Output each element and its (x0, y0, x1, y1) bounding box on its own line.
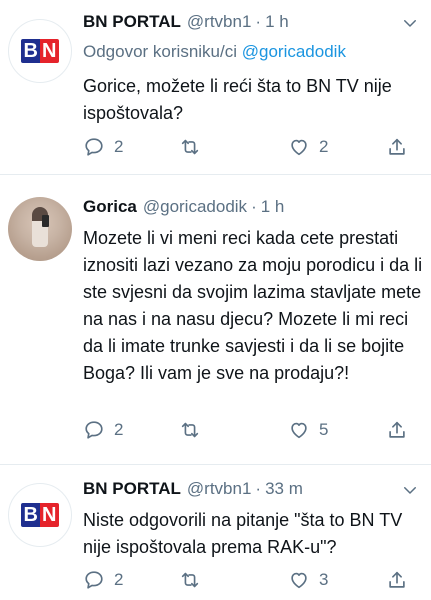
share-button[interactable] (386, 134, 408, 160)
like-button[interactable]: 2 (288, 134, 328, 160)
bn-logo: B N (20, 503, 60, 527)
like-count: 2 (319, 137, 329, 156)
display-name[interactable]: BN PORTAL (83, 12, 181, 32)
tweet-1[interactable]: B N BN PORTAL @rtvbn1 · 1 h Odgovor kori… (0, 0, 431, 170)
reply-count: 2 (114, 420, 124, 439)
share-upload-icon (389, 138, 405, 155)
gorica-avatar[interactable] (8, 197, 72, 261)
like-count: 3 (319, 570, 329, 589)
user-handle[interactable]: @goricadodik (143, 197, 247, 217)
user-handle[interactable]: @rtvbn1 (187, 12, 252, 32)
retweet-button[interactable] (179, 567, 210, 593)
reply-count: 2 (114, 570, 124, 589)
timestamp[interactable]: 1 h (261, 197, 285, 217)
retweet-icon (181, 422, 199, 438)
retweet-icon (181, 139, 199, 155)
separator-dot: · (255, 479, 262, 498)
speech-bubble-icon (85, 571, 103, 589)
separator-dot: · (251, 197, 257, 216)
tweet-text: Mozete li vi meni reci kada cete prestat… (83, 228, 423, 383)
tweet-actions: 2 2 (83, 134, 423, 160)
reply-context: Odgovor korisniku/ci @goricadodik (83, 42, 346, 62)
display-name[interactable]: BN PORTAL (83, 479, 181, 499)
user-handle[interactable]: @rtvbn1 (187, 479, 252, 499)
reply-button[interactable]: 2 (83, 567, 123, 593)
tweet-header: BN PORTAL @rtvbn1 · 1 h (83, 12, 289, 32)
avatar-photo-figure (32, 207, 48, 247)
share-button[interactable] (386, 417, 408, 443)
display-name[interactable]: Gorica (83, 197, 137, 217)
separator-dot: · (255, 12, 262, 31)
speech-bubble-icon (85, 421, 103, 439)
retweet-button[interactable] (179, 417, 210, 443)
reply-button[interactable]: 2 (83, 134, 123, 160)
chevron-down-icon[interactable] (401, 14, 419, 32)
tweet-3[interactable]: B N BN PORTAL @rtvbn1 · 33 m Niste odgov… (0, 465, 431, 600)
avatar-photo-phone (42, 215, 49, 227)
speech-bubble-icon (85, 138, 103, 156)
heart-icon (291, 422, 307, 439)
tweet-2[interactable]: Gorica @goricadodik · 1 h Mozete li vi m… (0, 175, 431, 465)
like-count: 5 (319, 420, 329, 439)
like-button[interactable]: 5 (288, 417, 328, 443)
bn-portal-avatar[interactable]: B N (8, 483, 72, 547)
heart-icon (291, 139, 307, 156)
reply-button[interactable]: 2 (83, 417, 123, 443)
tweet-actions: 2 5 (83, 417, 423, 443)
bn-portal-avatar[interactable]: B N (8, 19, 72, 83)
tweet-text: Gorice, možete li reći šta to BN TV nije… (83, 76, 392, 123)
timestamp[interactable]: 1 h (265, 12, 289, 32)
tweet-text: Niste odgovorili na pitanje "šta to BN T… (83, 510, 403, 557)
reply-mention-link[interactable]: @goricadodik (242, 42, 346, 61)
tweet-header: Gorica @goricadodik · 1 h (83, 197, 284, 217)
tweet-header: BN PORTAL @rtvbn1 · 33 m (83, 479, 303, 499)
retweet-icon (181, 572, 199, 588)
share-button[interactable] (386, 567, 408, 593)
share-upload-icon (389, 421, 405, 438)
reply-count: 2 (114, 137, 124, 156)
tweet-actions: 2 3 (83, 567, 423, 593)
heart-icon (291, 572, 307, 589)
chevron-down-icon[interactable] (401, 481, 419, 499)
share-upload-icon (389, 571, 405, 588)
bn-logo: B N (20, 39, 60, 63)
like-button[interactable]: 3 (288, 567, 328, 593)
reply-prefix: Odgovor korisniku/ci (83, 42, 238, 61)
timestamp[interactable]: 33 m (265, 479, 303, 499)
retweet-button[interactable] (179, 134, 210, 160)
